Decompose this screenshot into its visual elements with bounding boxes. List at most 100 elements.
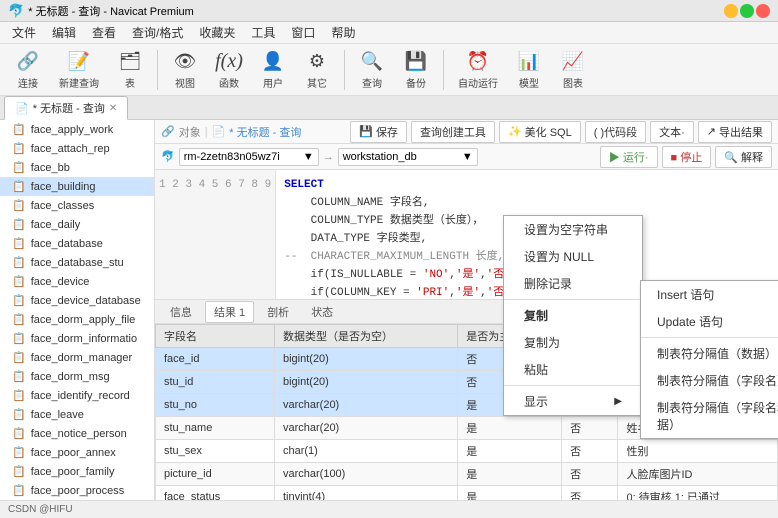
export-button[interactable]: ↗ 导出结果 <box>698 121 772 143</box>
autorun-button[interactable]: ⏰ 自动运行 <box>451 45 505 94</box>
line-numbers: 1 2 3 4 5 6 7 8 9 <box>155 170 276 299</box>
sidebar-item-face_daily[interactable]: 📋face_daily <box>0 215 154 234</box>
sidebar-item-face_device_database[interactable]: 📋face_device_database <box>0 291 154 310</box>
connect-icon: 🔗 <box>16 49 40 73</box>
connection-selector[interactable]: rm-2zetn83n05wz7i ▼ <box>179 148 319 166</box>
sidebar-item-face_dorm_msg[interactable]: 📋face_dorm_msg <box>0 367 154 386</box>
context-menu-item-set-null-char[interactable]: 设置为空字符串 <box>504 216 642 243</box>
sidebar-item-face_dorm_informatio[interactable]: 📋face_dorm_informatio <box>0 329 154 348</box>
menu-edit[interactable]: 编辑 <box>44 22 84 43</box>
sidebar-item-face_classes[interactable]: 📋face_classes <box>0 196 154 215</box>
window-controls <box>724 4 770 18</box>
stop-button[interactable]: ■ 停止 <box>662 146 712 168</box>
sidebar-item-face_dorm_apply_file[interactable]: 📋face_dorm_apply_file <box>0 310 154 329</box>
sidebar-item-face_identify_record[interactable]: 📋face_identify_record <box>0 386 154 405</box>
results-tab-info[interactable]: 信息 <box>161 301 201 323</box>
sub-context-menu-item-insert-stmt[interactable]: Insert 语句 <box>641 281 778 308</box>
window-title: * 无标题 - 查询 - Navicat Premium <box>28 3 194 19</box>
backup-button[interactable]: 💾 备份 <box>396 45 436 94</box>
sidebar-item-face_apply_work[interactable]: 📋face_apply_work <box>0 120 154 139</box>
function-icon: f(x) <box>217 49 241 73</box>
query-tab[interactable]: 📄 * 无标题 - 查询 ✕ <box>4 96 128 120</box>
table-icon: 📋 <box>12 123 26 136</box>
menu-favorites[interactable]: 收藏夹 <box>191 22 243 43</box>
sidebar-item-face_database[interactable]: 📋face_database <box>0 234 154 253</box>
table-icon: 📋 <box>12 484 26 497</box>
context-menu-item-delete-record[interactable]: 删除记录 <box>504 270 642 297</box>
close-button[interactable] <box>756 4 770 18</box>
explain-button[interactable]: 🔍 解释 <box>715 146 772 168</box>
results-tab-status[interactable]: 状态 <box>302 301 342 323</box>
connect-button[interactable]: 🔗 连接 <box>8 45 48 94</box>
menu-query-format[interactable]: 查询/格式 <box>124 22 191 43</box>
sub-context-menu-item-update-stmt[interactable]: Update 语句 <box>641 308 778 335</box>
user-button[interactable]: 👤 用户 <box>253 45 293 94</box>
beautify-button[interactable]: ✨ 美化 SQL <box>499 121 581 143</box>
sidebar-item-face_bb[interactable]: 📋face_bb <box>0 158 154 177</box>
view-button[interactable]: 👁 视图 <box>165 45 205 94</box>
other-button[interactable]: ⚙ 其它 <box>297 45 337 94</box>
sub-context-menu-item-copy-tab-both[interactable]: 制表符分隔值（字段名和数据） <box>641 394 778 438</box>
menu-view[interactable]: 查看 <box>84 22 124 43</box>
app-icon: 🐬 <box>8 3 24 19</box>
database-selector[interactable]: workstation_db ▼ <box>338 148 478 166</box>
table-icon: 📋 <box>12 218 26 231</box>
sub-context-menu: Insert 语句Update 语句制表符分隔值（数据）制表符分隔值（字段名）制… <box>640 280 778 439</box>
menu-bar: 文件 编辑 查看 查询/格式 收藏夹 工具 窗口 帮助 <box>0 22 778 44</box>
sidebar-item-face_device[interactable]: 📋face_device <box>0 272 154 291</box>
sidebar-item-face_leave[interactable]: 📋face_leave <box>0 405 154 424</box>
pair-icon: 🔗 <box>161 125 175 138</box>
table-icon: 📋 <box>12 161 26 174</box>
menu-help[interactable]: 帮助 <box>323 22 363 43</box>
table-row[interactable]: stu_sexchar(1)是否性别 <box>156 440 778 463</box>
context-menu-item-copy[interactable]: 复制 <box>504 302 642 329</box>
chart-button[interactable]: 📈 图表 <box>553 45 593 94</box>
results-tab-result1[interactable]: 结果 1 <box>205 301 254 323</box>
title-bar: 🐬 * 无标题 - 查询 - Navicat Premium <box>0 0 778 22</box>
menu-window[interactable]: 窗口 <box>283 22 323 43</box>
table-row[interactable]: picture_idvarchar(100)是否人脸库图片ID <box>156 463 778 486</box>
code-snippet-button[interactable]: ( )代码段 <box>585 121 646 143</box>
query-builder-button[interactable]: 查询创建工具 <box>411 121 495 143</box>
export-icon: ↗ <box>707 125 716 138</box>
context-menu-item-paste[interactable]: 粘贴 <box>504 356 642 383</box>
status-bar: CSDN @HIFU <box>0 500 778 518</box>
sidebar-item-face_poor_annex[interactable]: 📋face_poor_annex <box>0 443 154 462</box>
context-menu-item-display[interactable]: 显示▶ <box>504 388 642 415</box>
query-button[interactable]: 🔍 查询 <box>352 45 392 94</box>
sidebar-item-face_database_stu[interactable]: 📋face_database_stu <box>0 253 154 272</box>
table-button[interactable]: 🗂 表 <box>110 45 150 94</box>
chart-icon: 📈 <box>561 49 585 73</box>
sub-context-menu-separator <box>641 337 778 338</box>
sidebar-item-face_notice_person[interactable]: 📋face_notice_person <box>0 424 154 443</box>
table-icon: 📋 <box>12 427 26 440</box>
query-object-label: 对象 <box>179 124 201 140</box>
sub-context-menu-item-copy-tab-fields[interactable]: 制表符分隔值（字段名） <box>641 367 778 394</box>
save-button[interactable]: 💾 保存 <box>350 121 407 143</box>
sidebar-item-face_poor_family[interactable]: 📋face_poor_family <box>0 462 154 481</box>
minimize-button[interactable] <box>724 4 738 18</box>
sidebar-item-face_poor_process[interactable]: 📋face_poor_process <box>0 481 154 500</box>
context-menu-item-copy-as[interactable]: 复制为 <box>504 329 642 356</box>
function-button[interactable]: f(x) 函数 <box>209 45 249 94</box>
toolbar-separator-2 <box>344 50 345 90</box>
context-menu: 设置为空字符串设置为 NULL删除记录复制复制为粘贴显示▶ <box>503 215 643 416</box>
results-tab-cut[interactable]: 剖析 <box>258 301 298 323</box>
new-query-button[interactable]: 📝 新建查询 <box>52 45 106 94</box>
table-row[interactable]: face_statustinyint(4)是否0: 待审核 1: 已通过 <box>156 486 778 501</box>
sidebar-item-face_attach_rep[interactable]: 📋face_attach_rep <box>0 139 154 158</box>
tab-close-button[interactable]: ✕ <box>109 103 117 114</box>
menu-file[interactable]: 文件 <box>4 22 44 43</box>
save-icon: 💾 <box>359 125 373 138</box>
menu-tools[interactable]: 工具 <box>243 22 283 43</box>
sidebar-item-face_building[interactable]: 📋face_building <box>0 177 154 196</box>
table-icon: 📋 <box>12 389 26 402</box>
context-menu-item-set-null[interactable]: 设置为 NULL <box>504 243 642 270</box>
text-button[interactable]: 文本· <box>650 121 694 143</box>
model-button[interactable]: 📊 模型 <box>509 45 549 94</box>
sidebar-item-face_dorm_manager[interactable]: 📋face_dorm_manager <box>0 348 154 367</box>
run-button[interactable]: ▶ 运行· <box>600 146 658 168</box>
query-icon: 🔍 <box>360 49 384 73</box>
sub-context-menu-item-copy-tab-semicol[interactable]: 制表符分隔值（数据） <box>641 340 778 367</box>
maximize-button[interactable] <box>740 4 754 18</box>
